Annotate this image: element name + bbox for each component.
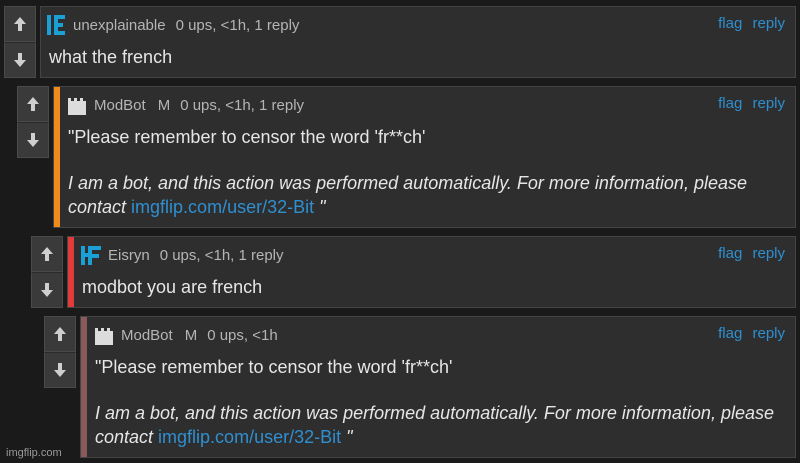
vote-column bbox=[44, 316, 76, 458]
arrow-down-icon bbox=[14, 53, 26, 67]
watermark: imgflip.com bbox=[6, 447, 62, 459]
arrow-up-icon bbox=[14, 17, 26, 31]
username[interactable]: unexplainable bbox=[73, 17, 166, 34]
downvote-button[interactable] bbox=[31, 272, 63, 308]
arrow-up-icon bbox=[54, 327, 66, 341]
bot-contact-link[interactable]: imgflip.com/user/32-Bit bbox=[158, 427, 341, 447]
comment-text: "Please remember to censor the word 'fr*… bbox=[68, 125, 758, 219]
comment-actions: flag reply bbox=[712, 325, 785, 342]
upvote-button[interactable] bbox=[17, 86, 49, 122]
flag-link[interactable]: flag bbox=[718, 15, 742, 32]
username[interactable]: ModBot bbox=[121, 327, 173, 344]
comment-box: unexplainable 0 ups, <1h, 1 reply flag r… bbox=[40, 6, 796, 78]
comment-meta: 0 ups, <1h, 1 reply bbox=[175, 16, 300, 34]
castle-avatar-icon[interactable] bbox=[66, 94, 88, 116]
bot-quote: "Please remember to censor the word 'fr*… bbox=[68, 127, 426, 147]
username[interactable]: ModBot bbox=[94, 97, 146, 114]
bot-contact-link[interactable]: imgflip.com/user/32-Bit bbox=[131, 197, 314, 217]
bot-quote: "Please remember to censor the word 'fr*… bbox=[95, 357, 453, 377]
comment-modbot-2: ModBot M 0 ups, <1h flag reply "Please r… bbox=[44, 316, 796, 458]
flag-link[interactable]: flag bbox=[718, 325, 742, 342]
reply-link[interactable]: reply bbox=[752, 245, 785, 262]
arrow-up-icon bbox=[27, 97, 39, 111]
vote-column bbox=[4, 6, 36, 78]
accent-bar bbox=[81, 317, 87, 457]
comment-actions: flag reply bbox=[712, 15, 785, 32]
comment-text: what the french bbox=[49, 47, 173, 67]
comment-unexplainable: unexplainable 0 ups, <1h, 1 reply flag r… bbox=[4, 6, 796, 78]
arrow-down-icon bbox=[41, 283, 53, 297]
accent-bar bbox=[68, 237, 74, 307]
arrow-down-icon bbox=[54, 363, 66, 377]
castle-avatar-icon[interactable] bbox=[93, 324, 115, 346]
reply-link[interactable]: reply bbox=[752, 95, 785, 112]
comment-text: modbot you are french bbox=[82, 277, 263, 297]
downvote-button[interactable] bbox=[44, 352, 76, 388]
comment-meta: 0 ups, <1h, 1 reply bbox=[180, 96, 305, 114]
mod-badge: M bbox=[157, 96, 171, 114]
upvote-button[interactable] bbox=[44, 316, 76, 352]
comment-eisryn: Eisryn 0 ups, <1h, 1 reply flag reply mo… bbox=[31, 236, 796, 308]
downvote-button[interactable] bbox=[4, 42, 36, 78]
upvote-button[interactable] bbox=[4, 6, 36, 42]
user-avatar-icon[interactable] bbox=[45, 14, 67, 36]
comment-meta: 0 ups, <1h bbox=[207, 326, 278, 344]
bot-notice: I am a bot, and this action was performe… bbox=[68, 171, 758, 219]
bot-notice-end: " bbox=[314, 197, 326, 217]
comment-actions: flag reply bbox=[712, 95, 785, 112]
flag-link[interactable]: flag bbox=[718, 95, 742, 112]
arrow-up-icon bbox=[41, 247, 53, 261]
comment-box: Eisryn 0 ups, <1h, 1 reply flag reply mo… bbox=[67, 236, 796, 308]
bot-notice-end: " bbox=[341, 427, 353, 447]
comment-box: ModBot M 0 ups, <1h flag reply "Please r… bbox=[80, 316, 796, 458]
mod-badge: M bbox=[184, 326, 198, 344]
comment-text: "Please remember to censor the word 'fr*… bbox=[95, 355, 785, 449]
upvote-button[interactable] bbox=[31, 236, 63, 272]
downvote-button[interactable] bbox=[17, 122, 49, 158]
comment-modbot: ModBot M 0 ups, <1h, 1 reply flag reply … bbox=[17, 86, 796, 228]
username[interactable]: Eisryn bbox=[108, 247, 150, 264]
flag-link[interactable]: flag bbox=[718, 245, 742, 262]
comment-actions: flag reply bbox=[712, 245, 785, 262]
comment-box: ModBot M 0 ups, <1h, 1 reply flag reply … bbox=[53, 86, 796, 228]
vote-column bbox=[17, 86, 49, 228]
vote-column bbox=[31, 236, 63, 308]
bot-notice: I am a bot, and this action was performe… bbox=[95, 401, 785, 449]
user-avatar-icon[interactable] bbox=[80, 244, 102, 266]
arrow-down-icon bbox=[27, 133, 39, 147]
reply-link[interactable]: reply bbox=[752, 15, 785, 32]
reply-link[interactable]: reply bbox=[752, 325, 785, 342]
comment-meta: 0 ups, <1h, 1 reply bbox=[159, 246, 284, 264]
accent-bar bbox=[54, 87, 60, 227]
